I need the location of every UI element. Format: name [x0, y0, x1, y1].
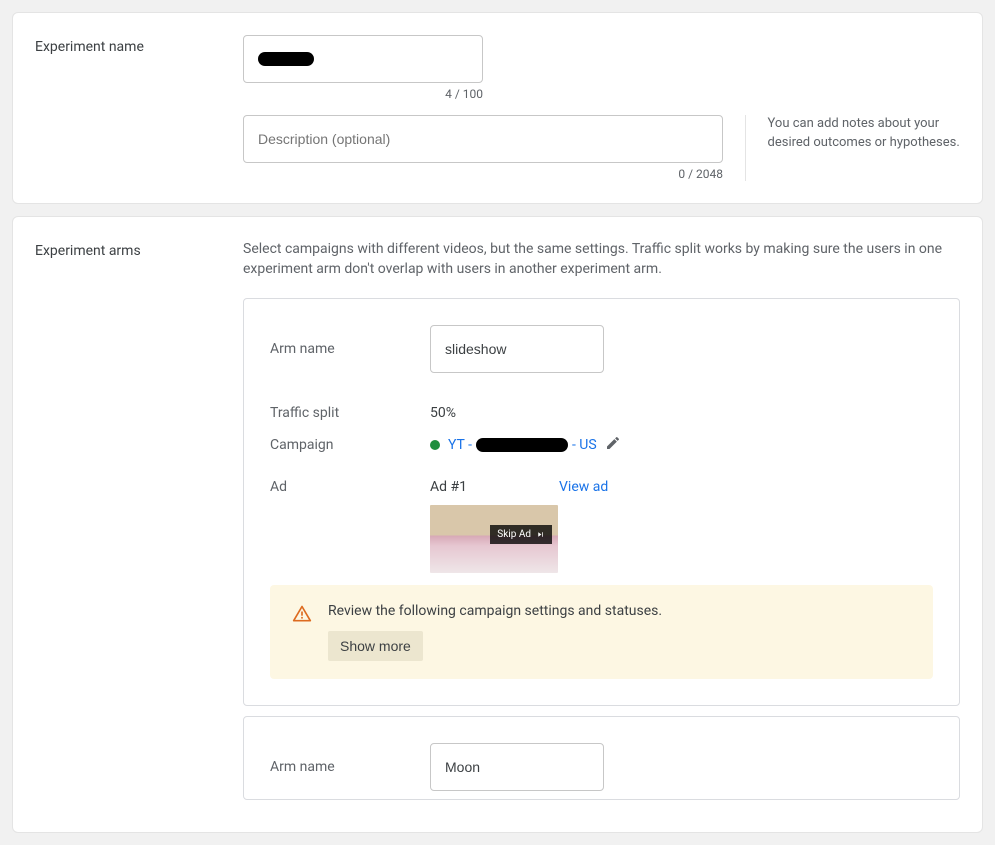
- view-ad-link[interactable]: View ad: [559, 479, 608, 495]
- campaign-link[interactable]: YT - - US: [448, 437, 597, 453]
- status-dot-icon: [430, 440, 440, 450]
- ad-thumbnail[interactable]: Skip Ad: [430, 505, 558, 573]
- warning-text: Review the following campaign settings a…: [328, 603, 662, 619]
- arm-card-0: Arm name Traffic split 50% Campaign YT -: [243, 298, 960, 706]
- arm-card-1: Arm name: [243, 716, 960, 800]
- skip-ad-overlay: Skip Ad: [490, 525, 552, 544]
- experiment-name-input-wrap[interactable]: [243, 35, 483, 83]
- campaign-prefix: YT -: [448, 437, 472, 453]
- experiment-name-card: Experiment name 4 / 100 0 / 2048 You can…: [12, 12, 983, 204]
- arm-name-input[interactable]: [430, 743, 604, 791]
- traffic-split-value: 50%: [430, 405, 456, 421]
- warning-icon: [292, 604, 312, 628]
- warning-box: Review the following campaign settings a…: [270, 585, 933, 679]
- skip-icon: [536, 530, 545, 539]
- experiment-name-label: Experiment name: [35, 35, 243, 55]
- traffic-split-label: Traffic split: [270, 405, 430, 421]
- skip-ad-text: Skip Ad: [497, 529, 531, 540]
- arms-instruction: Select campaigns with different videos, …: [243, 239, 960, 280]
- vertical-separator: [745, 115, 746, 181]
- description-help-text: You can add notes about your desired out…: [768, 115, 960, 181]
- campaign-name-redacted: [476, 438, 568, 452]
- experiment-arms-label: Experiment arms: [35, 239, 243, 259]
- description-counter: 0 / 2048: [243, 167, 723, 181]
- show-more-button[interactable]: Show more: [328, 631, 423, 661]
- experiment-arms-card: Experiment arms Select campaigns with di…: [12, 216, 983, 833]
- arm-name-label: Arm name: [270, 759, 430, 775]
- campaign-suffix: - US: [572, 437, 597, 453]
- pencil-icon[interactable]: [605, 435, 621, 455]
- experiment-name-value-redacted: [258, 52, 314, 66]
- description-input[interactable]: [243, 115, 723, 163]
- ad-label: Ad: [270, 479, 430, 495]
- ad-title: Ad #1: [430, 479, 467, 495]
- campaign-label: Campaign: [270, 437, 430, 453]
- arm-name-label: Arm name: [270, 341, 430, 357]
- experiment-name-counter: 4 / 100: [243, 87, 483, 101]
- arm-name-input[interactable]: [430, 325, 604, 373]
